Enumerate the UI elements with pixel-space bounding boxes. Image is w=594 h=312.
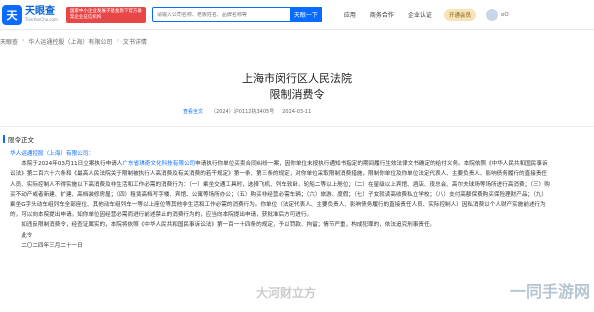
user-menu[interactable]: oO: [485, 8, 509, 21]
top-bar: 天 天眼查 TianYanCha.com 国家中小企业发展子基金旗下官方备案企业…: [0, 0, 594, 30]
addressee[interactable]: 华人运通控股（上海）有限公司：: [10, 149, 550, 159]
site-logo[interactable]: 天 天眼查 TianYanCha.com: [2, 4, 58, 25]
document-body: 华人运通控股（上海）有限公司： 本院于2024年03月11日立案执行申请人广东省…: [10, 149, 550, 251]
breadcrumb-company[interactable]: 华人运通控股（上海）有限公司: [28, 37, 112, 46]
section-accent-bar: [3, 135, 5, 143]
paragraph-1-start: 本院于2024年03月11日立案执行申请人: [21, 161, 123, 168]
nav-item-certification[interactable]: 企业认证: [408, 10, 432, 19]
breadcrumb: 天眼查 › 华人运通控股（上海）有限公司 › 文书详情: [0, 37, 147, 46]
document-panel: 上海市闵行区人民法院 限制消费令 查看全文 （2024）沪0112执3405号 …: [0, 52, 594, 312]
document-meta: 查看全文 （2024）沪0112执3405号 2024-03-11: [183, 108, 312, 116]
user-name: oO: [500, 11, 509, 18]
breadcrumb-separator: ›: [22, 37, 25, 44]
document-title: 限制消费令: [269, 88, 325, 101]
breadcrumb-home[interactable]: 天眼查: [0, 37, 18, 46]
signature-date-text: 二〇二四年三月二十一日: [21, 242, 83, 249]
paragraph-1: 本院于2024年03月11日立案执行申请人广东省琪奇文化科技有限公司申请执行你单…: [10, 159, 550, 220]
breadcrumb-current: 文书详情: [122, 39, 147, 46]
logo-name: 天眼查: [25, 5, 55, 17]
avatar: [485, 8, 498, 21]
search-input[interactable]: [152, 11, 290, 18]
vip-button[interactable]: 开通会员: [443, 8, 476, 21]
watermark-corner: 一同手游网: [510, 282, 591, 301]
applicant-link[interactable]: 广东省琪奇文化科技有限公司: [122, 161, 195, 167]
closing-text: 此令: [10, 231, 550, 241]
paragraph-2: 如违反限制消费令，经查证属实的，本院将依照《中华人民共和国民事诉讼法》第一百一十…: [10, 220, 550, 230]
nav-item-apps[interactable]: 应用: [344, 10, 356, 19]
view-full-text-link[interactable]: 查看全文: [183, 108, 203, 115]
section-header: 限令正文: [3, 134, 34, 144]
search-box: 天眼一下: [151, 7, 322, 22]
official-badge: 国家中小企业发展子基金旗下官方备案企业征信机构: [65, 6, 146, 23]
paragraph-1-rest: 申请执行你单位买卖合同纠纷一案，因你单位未按执行通知书指定的期间履行生效法律文书…: [10, 161, 550, 219]
paragraph-2-text: 如违反限制消费令，经查证属实的，本院将依照《中华人民共和国民事诉讼法》第一百一十…: [21, 222, 436, 229]
document-date: 2024-03-11: [282, 108, 312, 115]
divider: [0, 126, 594, 127]
court-name: 上海市闵行区人民法院: [242, 72, 352, 85]
signature-date: 二〇二四年三月二十一日: [10, 241, 550, 251]
closing-words: 此令: [21, 232, 33, 239]
logo-domain: TianYanCha.com: [25, 16, 58, 22]
search-button[interactable]: 天眼一下: [289, 7, 322, 22]
breadcrumb-separator: ›: [116, 37, 119, 44]
section-title: 限令正文: [8, 136, 34, 144]
logo-mark-icon: 天: [2, 4, 22, 25]
case-number: （2024）沪0112执3405号: [211, 109, 275, 115]
top-nav: 应用 商务合作 企业认证: [344, 10, 432, 19]
nav-item-business[interactable]: 商务合作: [370, 10, 394, 19]
watermark-center: 大河财立方: [256, 286, 317, 300]
